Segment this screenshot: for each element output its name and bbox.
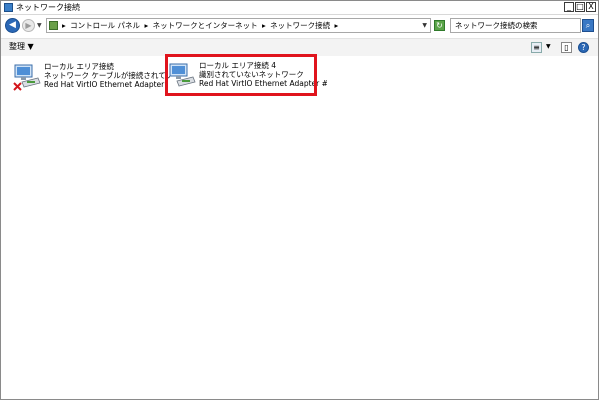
refresh-button[interactable]: ↻ xyxy=(434,20,445,31)
minimize-button[interactable]: _ xyxy=(564,2,574,12)
connections-list: ローカル エリア接続 ネットワーク ケーブルが接続されていま... Red Ha… xyxy=(1,56,598,399)
breadcrumb-separator[interactable]: ▸ xyxy=(62,21,66,30)
window-title: ネットワーク接続 xyxy=(16,3,80,12)
connection-name: ローカル エリア接続 xyxy=(44,62,114,71)
preview-pane-icon[interactable]: ▯ xyxy=(561,42,572,53)
breadcrumb-separator[interactable]: ▸ xyxy=(262,21,266,30)
control-panel-icon xyxy=(49,21,58,30)
disconnected-x-icon xyxy=(13,82,22,91)
connection-status: ネットワーク ケーブルが接続されていま... xyxy=(44,71,172,80)
breadcrumb: ▸ コントロール パネル ▸ ネットワークとインターネット ▸ ネットワーク接続… xyxy=(62,20,340,31)
address-toolbar: ◀ ▶ ▼ ▸ コントロール パネル ▸ ネットワークとインターネット ▸ ネッ… xyxy=(1,15,598,37)
title-bar[interactable]: ネットワーク接続 _ □ X xyxy=(1,1,598,15)
breadcrumb-control-panel[interactable]: コントロール パネル xyxy=(70,21,140,30)
breadcrumb-separator[interactable]: ▸ xyxy=(335,21,339,30)
forward-button[interactable]: ▶ xyxy=(22,19,35,32)
explorer-window: ネットワーク接続 _ □ X ◀ ▶ ▼ ▸ コントロール パネル ▸ ネットワ… xyxy=(0,0,599,400)
organize-button[interactable]: 整理 ▼ xyxy=(9,41,34,53)
recent-pages-dropdown[interactable]: ▼ xyxy=(37,22,42,29)
back-button[interactable]: ◀ xyxy=(5,18,20,33)
connection-details: ローカル エリア接続 ネットワーク ケーブルが接続されていま... Red Ha… xyxy=(44,62,172,89)
breadcrumb-separator[interactable]: ▸ xyxy=(144,21,148,30)
view-options-dropdown[interactable]: ▼ xyxy=(546,43,551,50)
search-input[interactable]: ネットワーク接続の検索 xyxy=(450,18,581,33)
highlight-frame xyxy=(165,54,317,96)
close-button[interactable]: X xyxy=(586,2,596,12)
maximize-button[interactable]: □ xyxy=(575,2,585,12)
adapter-name: Red Hat VirtIO Ethernet Adapter xyxy=(44,80,165,89)
search-icon[interactable]: ⌕ xyxy=(582,19,594,32)
network-connections-icon xyxy=(4,3,13,12)
change-view-icon[interactable]: ≡ xyxy=(531,42,542,53)
address-history-dropdown[interactable]: ▼ xyxy=(422,20,427,31)
breadcrumb-network-internet[interactable]: ネットワークとインターネット xyxy=(153,21,258,30)
address-field[interactable]: ▸ コントロール パネル ▸ ネットワークとインターネット ▸ ネットワーク接続… xyxy=(46,18,431,33)
list-item[interactable]: ローカル エリア接続 ネットワーク ケーブルが接続されていま... Red Ha… xyxy=(13,62,172,92)
help-icon[interactable]: ? xyxy=(578,42,589,53)
breadcrumb-network-connections[interactable]: ネットワーク接続 xyxy=(270,21,330,30)
